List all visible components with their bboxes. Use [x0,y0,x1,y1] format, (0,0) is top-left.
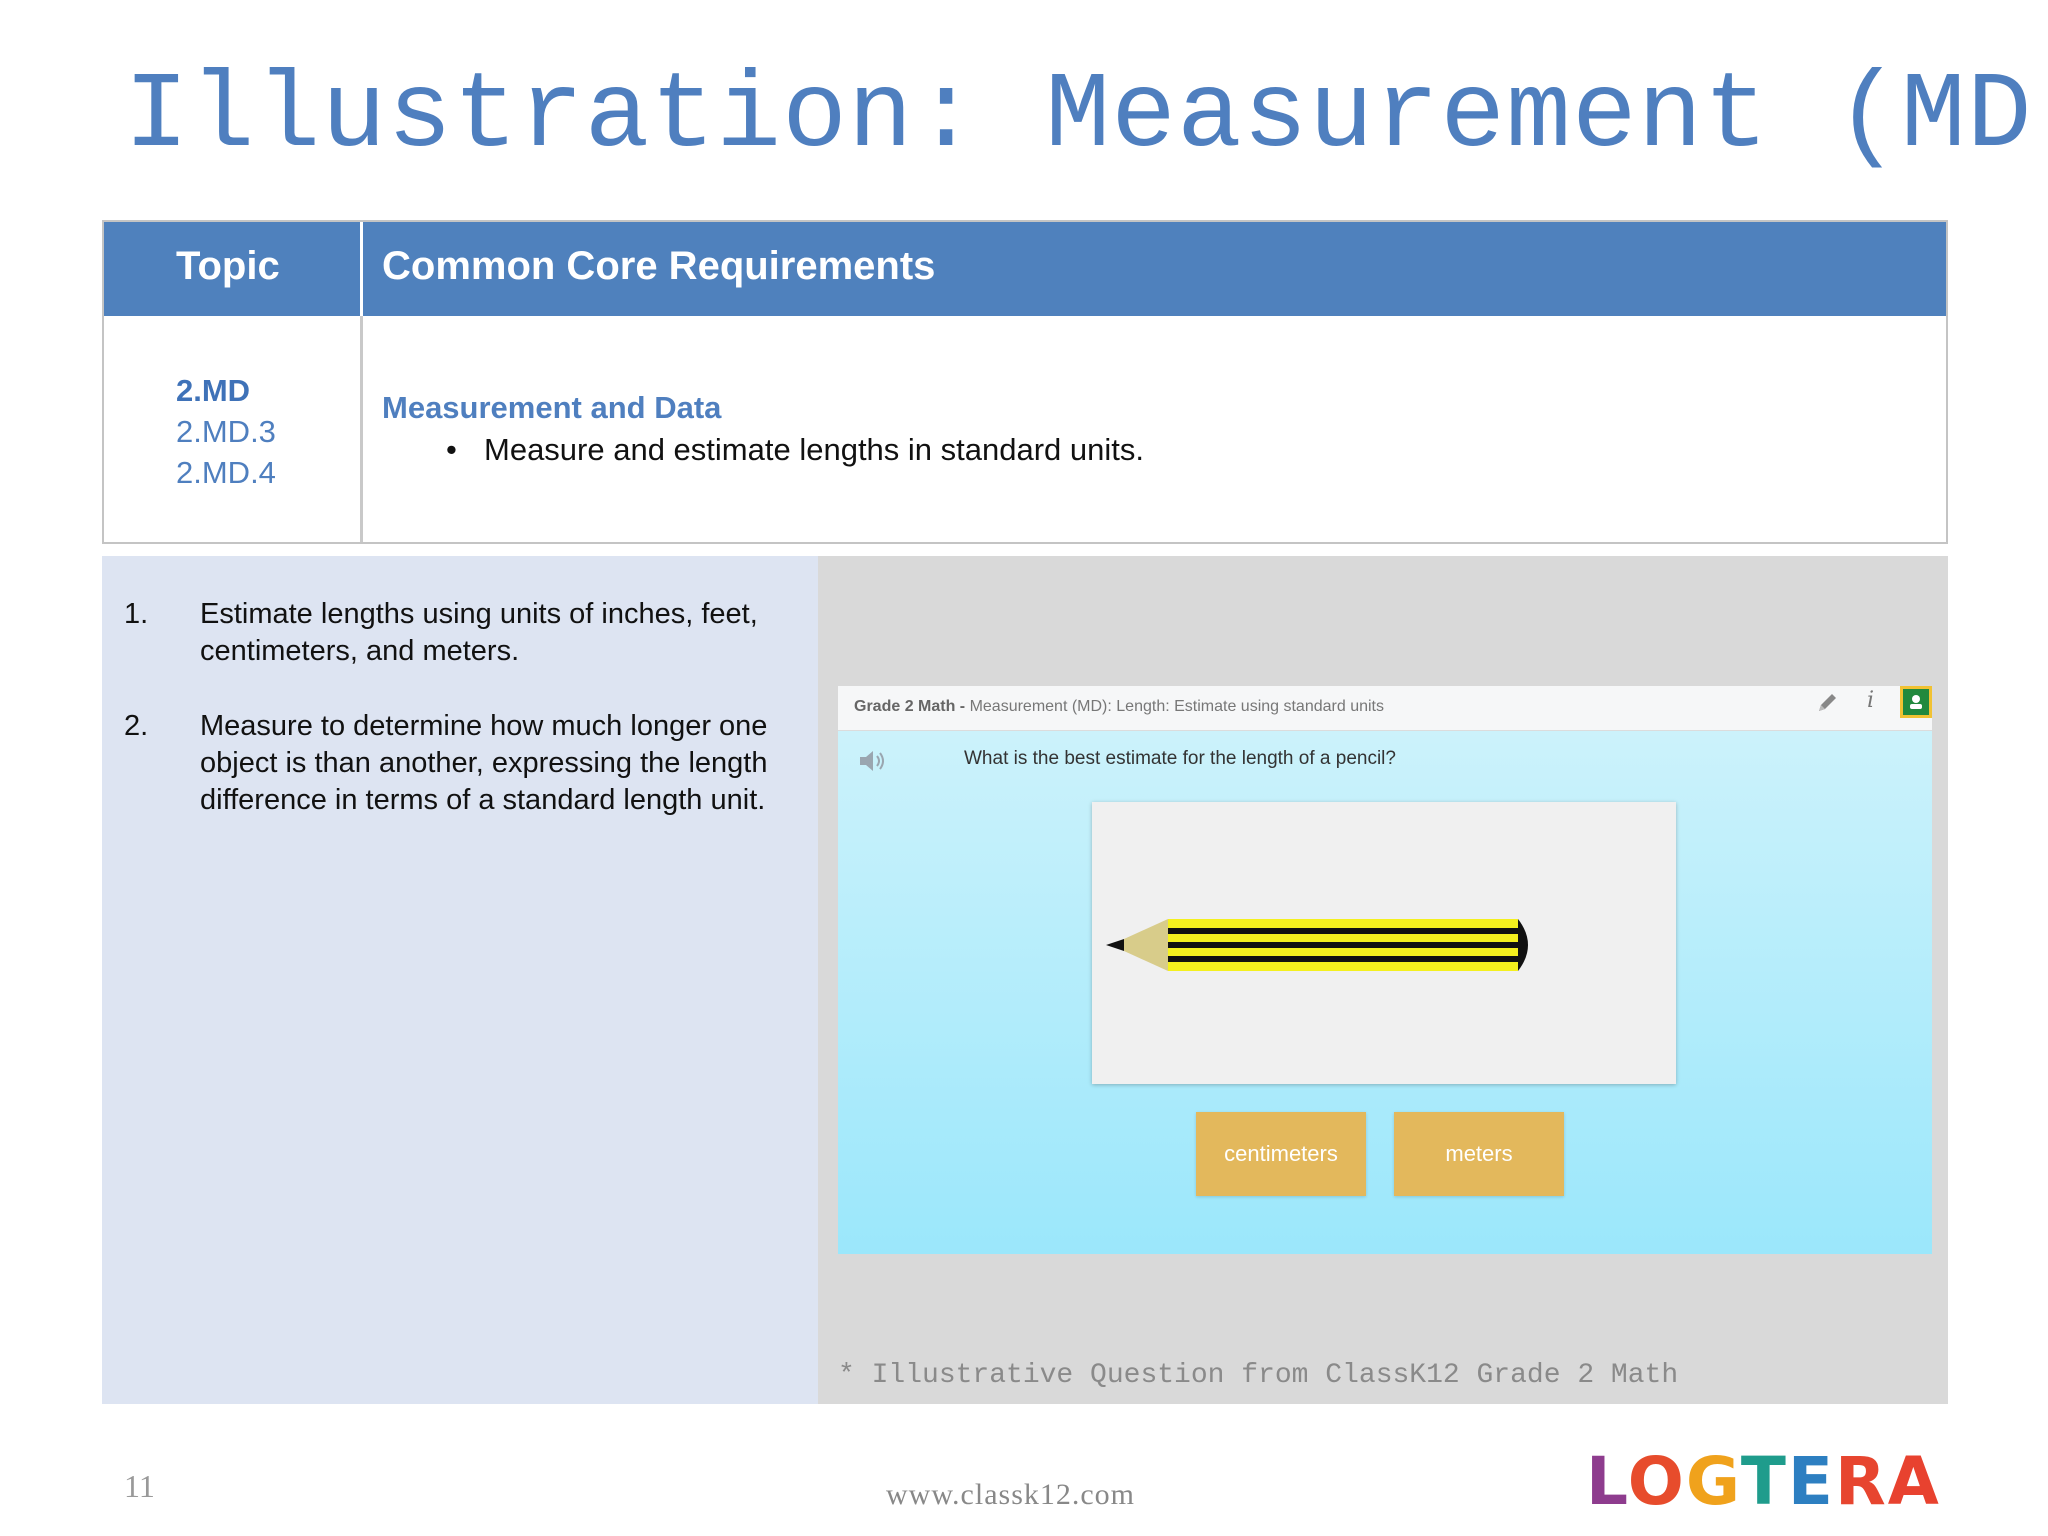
breadcrumb-topic: Measurement (MD): Length: Estimate using… [969,698,1384,715]
requirement-title: Measurement and Data [382,390,722,425]
objective-text: Estimate lengths using units of inches, … [200,598,758,667]
breadcrumb-course: Grade 2 Math - [854,698,970,715]
objective-number: 1. [124,598,149,630]
logo-letter: R [1834,1443,1888,1520]
topic-cell: 2.MD 2.MD.3 2.MD.4 [176,370,276,493]
answer-meters-button[interactable]: meters [1394,1112,1564,1196]
bullet-icon: • [446,432,457,467]
quiz-screenshot: Grade 2 Math - Measurement (MD): Length:… [838,686,1932,1254]
answer-centimeters-button[interactable]: centimeters [1196,1112,1366,1196]
topic-code: 2.MD.4 [176,455,276,490]
objectives-panel: 1. Estimate lengths using units of inche… [102,556,818,1404]
quiz-breadcrumb: Grade 2 Math - Measurement (MD): Length:… [854,698,1384,716]
logo-letter: L [1586,1443,1628,1520]
logo-letter: T [1740,1443,1788,1520]
objective-number: 2. [124,710,149,742]
logtera-logo: LOGTERA [1586,1446,1941,1518]
pencil-icon[interactable] [1816,692,1838,714]
table-header-row: Topic Common Core Requirements [104,222,1946,316]
footer-url: www.classk12.com [886,1478,1136,1511]
classroom-icon[interactable] [1900,686,1932,718]
info-icon[interactable]: i [1867,688,1874,713]
pencil-image-card [1092,802,1676,1084]
header-topic: Topic [176,244,280,288]
quiz-header-bar: Grade 2 Math - Measurement (MD): Length:… [838,686,1932,731]
logo-letter: O [1627,1443,1686,1520]
logo-letter: E [1787,1443,1835,1520]
speaker-icon[interactable] [858,748,890,774]
slide-title: Illustration: Measurement (MD) [124,56,2048,178]
requirement-bullet: • Measure and estimate lengths in standa… [446,432,1144,468]
objective-text: Measure to determine how much longer one… [200,710,768,816]
logo-letter: G [1685,1443,1741,1520]
standards-table: Topic Common Core Requirements 2.MD 2.MD… [102,220,1948,544]
footnote: * Illustrative Question from ClassK12 Gr… [838,1360,1679,1391]
topic-code: 2.MD.3 [176,414,276,449]
topic-main: 2.MD [176,373,251,408]
header-divider [360,222,363,316]
pencil-icon [1106,919,1528,971]
quiz-question: What is the best estimate for the length… [964,748,1396,769]
requirement-text: Measure and estimate lengths in standard… [484,432,1144,467]
logo-letter: A [1887,1443,1941,1520]
page-number: 11 [124,1468,155,1504]
header-requirements: Common Core Requirements [382,244,936,288]
